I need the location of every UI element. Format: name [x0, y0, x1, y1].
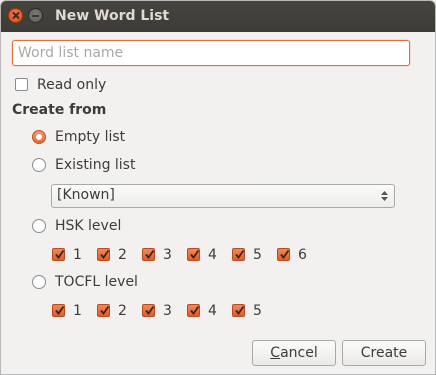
- hsk-level-1-checkbox[interactable]: [52, 248, 65, 261]
- cancel-label-rest: ancel: [280, 345, 318, 361]
- checkmark-icon: [235, 305, 245, 315]
- hsk-level-5-label: 5: [253, 247, 262, 263]
- tocfl-level-2-label: 2: [118, 303, 127, 319]
- tocfl-level-3-checkbox[interactable]: [142, 304, 155, 317]
- tocfl-level-2-checkbox[interactable]: [97, 304, 110, 317]
- tocfl-level-label: TOCFL level: [55, 274, 138, 290]
- create-button[interactable]: Create: [342, 340, 426, 366]
- tocfl-level-radio[interactable]: [32, 275, 46, 289]
- checkmark-icon: [145, 249, 155, 259]
- checkmark-icon: [100, 249, 110, 259]
- checkmark-icon: [55, 249, 65, 259]
- hsk-level-3-label: 3: [163, 247, 172, 263]
- checkmark-icon: [190, 249, 200, 259]
- hsk-level-6-label: 6: [298, 247, 307, 263]
- hsk-level-2-checkbox[interactable]: [97, 248, 110, 261]
- checkmark-icon: [145, 305, 155, 315]
- checkmark-icon: [235, 249, 245, 259]
- read-only-checkbox[interactable]: [15, 78, 28, 91]
- existing-list-combobox[interactable]: [Known]: [51, 184, 395, 208]
- create-from-heading: Create from: [12, 102, 107, 118]
- checkmark-icon: [190, 305, 200, 315]
- tocfl-level-5-label: 5: [253, 303, 262, 319]
- window-title: New Word List: [55, 8, 170, 24]
- tocfl-level-3-label: 3: [163, 303, 172, 319]
- close-icon[interactable]: [8, 8, 23, 23]
- existing-list-label: Existing list: [55, 157, 136, 173]
- minimize-icon[interactable]: [28, 8, 43, 23]
- word-list-name-input[interactable]: [12, 40, 410, 66]
- hsk-level-2-label: 2: [118, 247, 127, 263]
- hsk-level-4-label: 4: [208, 247, 217, 263]
- tocfl-level-1-label: 1: [73, 303, 82, 319]
- hsk-level-3-checkbox[interactable]: [142, 248, 155, 261]
- existing-list-selected-value: [Known]: [57, 187, 115, 203]
- cancel-button[interactable]: Cancel: [252, 340, 336, 366]
- hsk-level-radio[interactable]: [32, 219, 46, 233]
- title-bar: New Word List: [1, 1, 435, 32]
- new-word-list-dialog: New Word List Read only Create from Empt…: [0, 0, 436, 375]
- checkmark-icon: [55, 305, 65, 315]
- hsk-level-5-checkbox[interactable]: [232, 248, 245, 261]
- checkmark-icon: [100, 305, 110, 315]
- tocfl-level-4-label: 4: [208, 303, 217, 319]
- hsk-level-6-checkbox[interactable]: [277, 248, 290, 261]
- hsk-level-4-checkbox[interactable]: [187, 248, 200, 261]
- up-down-arrows-icon: [381, 191, 388, 201]
- tocfl-level-5-checkbox[interactable]: [232, 304, 245, 317]
- empty-list-radio[interactable]: [32, 130, 46, 144]
- read-only-label: Read only: [37, 77, 107, 93]
- hsk-level-1-label: 1: [73, 247, 82, 263]
- tocfl-level-4-checkbox[interactable]: [187, 304, 200, 317]
- checkmark-icon: [280, 249, 290, 259]
- existing-list-radio[interactable]: [32, 158, 46, 172]
- cancel-mnemonic: C: [270, 345, 281, 361]
- empty-list-label: Empty list: [55, 129, 126, 145]
- tocfl-level-1-checkbox[interactable]: [52, 304, 65, 317]
- hsk-level-label: HSK level: [55, 218, 122, 234]
